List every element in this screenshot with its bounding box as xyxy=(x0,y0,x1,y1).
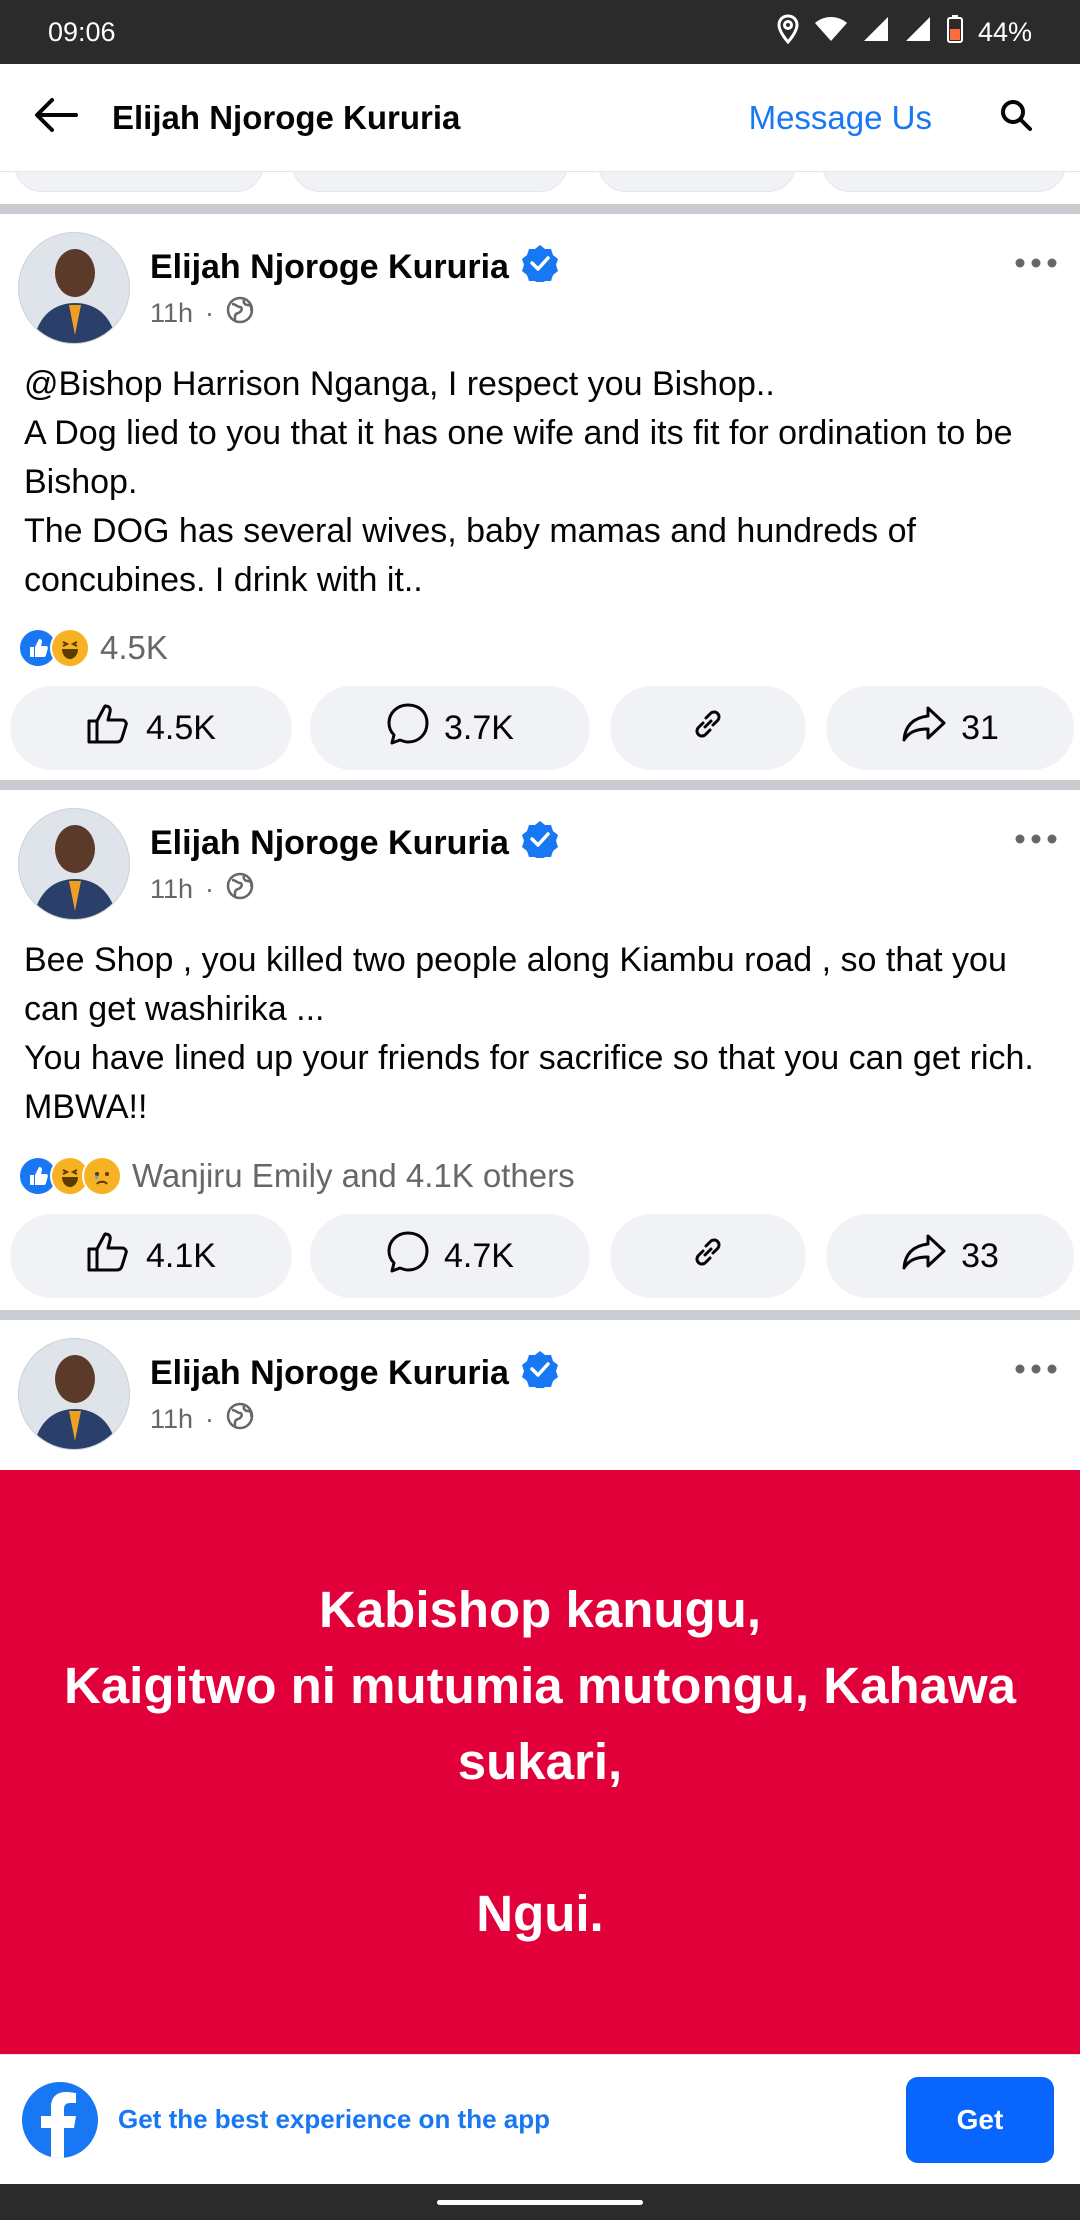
globe-icon xyxy=(226,872,254,907)
page-header: Elijah Njoroge Kururia Message Us xyxy=(0,64,1080,172)
post-time[interactable]: 11h xyxy=(150,298,193,329)
divider xyxy=(0,1310,1080,1320)
reaction-count: 4.5K xyxy=(100,629,168,666)
signal-icon xyxy=(862,15,890,50)
battery-icon xyxy=(946,14,964,51)
system-nav-bar xyxy=(0,2184,1080,2220)
page-title: Elijah Njoroge Kururia xyxy=(112,98,461,136)
app-banner-text: Get the best experience on the app xyxy=(118,2104,550,2134)
avatar[interactable] xyxy=(18,808,130,920)
share-arrow-icon xyxy=(901,705,947,752)
more-options-button[interactable] xyxy=(1010,1350,1062,1390)
divider xyxy=(0,780,1080,790)
verified-badge-icon xyxy=(521,244,559,291)
share-arrow-icon xyxy=(901,1233,947,1280)
reaction-summary[interactable]: Wanjiru Emily and 4.1K others xyxy=(18,1156,575,1196)
thumbs-up-icon xyxy=(86,1231,132,1282)
profile-tab-pill[interactable] xyxy=(292,172,568,192)
more-options-button[interactable] xyxy=(1010,820,1062,860)
globe-icon xyxy=(226,1402,254,1437)
more-options-button[interactable] xyxy=(1010,244,1062,284)
globe-icon xyxy=(226,296,254,331)
sad-reaction-icon xyxy=(82,1156,122,1196)
like-button[interactable]: 4.5K xyxy=(10,686,292,770)
reaction-count: Wanjiru Emily and 4.1K others xyxy=(132,1157,575,1194)
more-dots-icon xyxy=(1014,831,1058,849)
get-app-button[interactable]: Get xyxy=(906,2076,1054,2163)
more-dots-icon xyxy=(1014,255,1058,273)
reaction-summary[interactable]: 4.5K xyxy=(18,628,168,668)
status-time: 09:06 xyxy=(48,16,116,47)
back-button[interactable] xyxy=(0,64,112,172)
comment-icon xyxy=(386,1230,430,1283)
avatar[interactable] xyxy=(18,1338,130,1450)
post: Elijah Njoroge Kururia 11h · xyxy=(0,1320,1080,1470)
link-icon xyxy=(688,1232,728,1281)
share-button[interactable]: 33 xyxy=(826,1214,1074,1298)
search-button[interactable] xyxy=(986,99,1046,136)
copy-link-button[interactable] xyxy=(610,686,806,770)
post: Elijah Njoroge Kururia 11h · @Bishop Har… xyxy=(0,214,1080,780)
profile-tab-pill[interactable] xyxy=(822,172,1066,192)
link-icon xyxy=(688,704,728,753)
verified-badge-icon xyxy=(521,1350,559,1397)
post-author[interactable]: Elijah Njoroge Kururia xyxy=(150,1354,509,1393)
post-text: @Bishop Harrison Nganga, I respect you B… xyxy=(24,365,1013,599)
app-install-banner: Get the best experience on the app Get xyxy=(0,2054,1080,2184)
comment-icon xyxy=(386,702,430,755)
share-button[interactable]: 31 xyxy=(826,686,1074,770)
wifi-icon xyxy=(814,15,848,50)
like-count: 4.5K xyxy=(146,708,216,747)
comment-count: 3.7K xyxy=(444,708,514,747)
copy-link-button[interactable] xyxy=(610,1214,806,1298)
post-time[interactable]: 11h xyxy=(150,874,193,905)
arrow-left-icon xyxy=(34,97,78,138)
more-dots-icon xyxy=(1014,1361,1058,1379)
profile-tab-pill[interactable] xyxy=(598,172,796,192)
post-author[interactable]: Elijah Njoroge Kururia xyxy=(150,824,509,863)
facebook-logo-icon xyxy=(22,2081,98,2158)
post-author[interactable]: Elijah Njoroge Kururia xyxy=(150,248,509,287)
location-icon xyxy=(776,13,800,51)
home-gesture-handle[interactable] xyxy=(437,2199,643,2205)
comment-button[interactable]: 4.7K xyxy=(310,1214,590,1298)
post: Elijah Njoroge Kururia 11h · Bee Shop , … xyxy=(0,790,1080,1310)
like-count: 4.1K xyxy=(146,1236,216,1275)
comment-count: 4.7K xyxy=(444,1236,514,1275)
share-count: 33 xyxy=(961,1236,999,1275)
signal-icon-2 xyxy=(904,15,932,50)
divider xyxy=(0,204,1080,214)
post-text: Bee Shop , you killed two people along K… xyxy=(24,941,1034,1126)
text-background-card: Kabishop kanugu, Kaigitwo ni mutumia mut… xyxy=(0,1470,1080,2054)
thumbs-up-icon xyxy=(86,703,132,754)
like-button[interactable]: 4.1K xyxy=(10,1214,292,1298)
post-time[interactable]: 11h xyxy=(150,1404,193,1435)
profile-tabs-strip xyxy=(0,172,1080,198)
comment-button[interactable]: 3.7K xyxy=(310,686,590,770)
avatar[interactable] xyxy=(18,232,130,344)
profile-tab-pill[interactable] xyxy=(14,172,264,192)
haha-reaction-icon xyxy=(50,628,90,668)
message-us-button[interactable]: Message Us xyxy=(749,99,932,137)
share-count: 31 xyxy=(961,708,999,747)
search-icon xyxy=(1000,99,1032,136)
battery-level: 44% xyxy=(977,16,1032,47)
verified-badge-icon xyxy=(521,820,559,867)
status-bar: 09:06 44% xyxy=(0,0,1080,64)
